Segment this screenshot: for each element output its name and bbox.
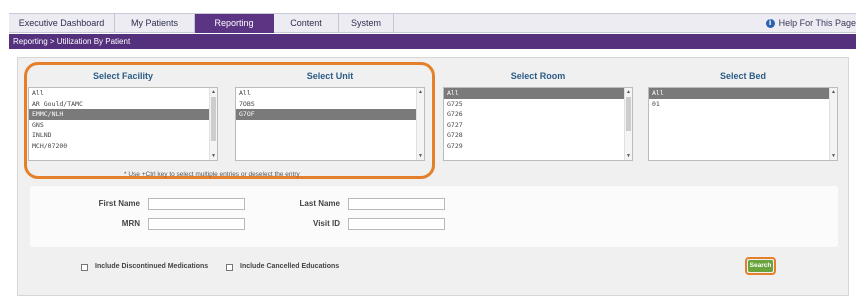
bed-scrollbar[interactable]: ▲ ▼ — [829, 88, 837, 160]
scroll-up-icon[interactable]: ▲ — [830, 88, 837, 96]
main-content: Select Facility All AR Gould/TAMC EMMC/N… — [9, 49, 856, 296]
first-name-field[interactable] — [148, 198, 245, 210]
scroll-up-icon[interactable]: ▲ — [625, 88, 632, 96]
breadcrumb: Reporting > Utilization By Patient — [13, 37, 131, 46]
list-item[interactable]: G728 — [444, 130, 632, 141]
help-link[interactable]: i Help For This Page — [765, 14, 856, 33]
scroll-down-icon[interactable]: ▼ — [625, 152, 632, 160]
patient-search-form: First Name Last Name MRN Visit ID — [30, 186, 838, 247]
tab-reporting[interactable]: Reporting — [195, 14, 274, 33]
list-item[interactable]: G725 — [444, 99, 632, 110]
room-label: Select Room — [510, 71, 566, 81]
mrn-field[interactable] — [148, 218, 245, 230]
first-name-label: First Name — [98, 199, 140, 208]
list-item[interactable]: All — [444, 88, 632, 99]
list-item[interactable]: G726 — [444, 109, 632, 120]
multi-select-hint: * Use +Ctrl key to select multiple entri… — [124, 171, 300, 178]
report-filter-panel: Select Facility All AR Gould/TAMC EMMC/N… — [17, 57, 849, 296]
top-nav-bar: Executive Dashboard My Patients Reportin… — [9, 13, 856, 33]
help-label: Help For This Page — [778, 18, 856, 28]
room-listbox[interactable]: All G725 G726 G727 G728 G729 ▲ ▼ — [443, 87, 633, 161]
list-item[interactable]: 01 — [649, 99, 837, 110]
last-name-field[interactable] — [348, 198, 445, 210]
room-scrollbar[interactable]: ▲ ▼ — [624, 88, 632, 160]
cancelled-educations-label: Include Cancelled Educations — [240, 263, 340, 270]
discontinued-meds-checkbox[interactable] — [81, 264, 88, 271]
list-item[interactable]: G729 — [444, 141, 632, 152]
visit-id-label: Visit ID — [313, 219, 340, 228]
discontinued-meds-label: Include Discontinued Medications — [95, 263, 209, 270]
last-name-label: Last Name — [299, 199, 340, 208]
scroll-thumb[interactable] — [626, 97, 631, 131]
app-window: Executive Dashboard My Patients Reportin… — [0, 0, 856, 296]
tab-my-patients[interactable]: My Patients — [115, 14, 195, 33]
bed-label: Select Bed — [719, 71, 767, 81]
bed-listbox[interactable]: All 01 ▲ ▼ — [648, 87, 838, 161]
info-icon: i — [765, 19, 775, 28]
breadcrumb-bar: Reporting > Utilization By Patient — [9, 34, 856, 49]
cancelled-educations-checkbox[interactable] — [226, 264, 233, 271]
search-button-highlight: Search — [745, 257, 776, 275]
callout-highlight — [24, 62, 435, 179]
mrn-label: MRN — [121, 219, 140, 228]
search-button[interactable]: Search — [748, 260, 773, 272]
tab-system[interactable]: System — [339, 14, 394, 33]
list-item[interactable]: G727 — [444, 120, 632, 131]
tab-executive-dashboard[interactable]: Executive Dashboard — [9, 14, 115, 33]
tab-content[interactable]: Content — [274, 14, 339, 33]
scroll-down-icon[interactable]: ▼ — [830, 152, 837, 160]
list-item[interactable]: All — [649, 88, 837, 99]
visit-id-field[interactable] — [348, 218, 445, 230]
